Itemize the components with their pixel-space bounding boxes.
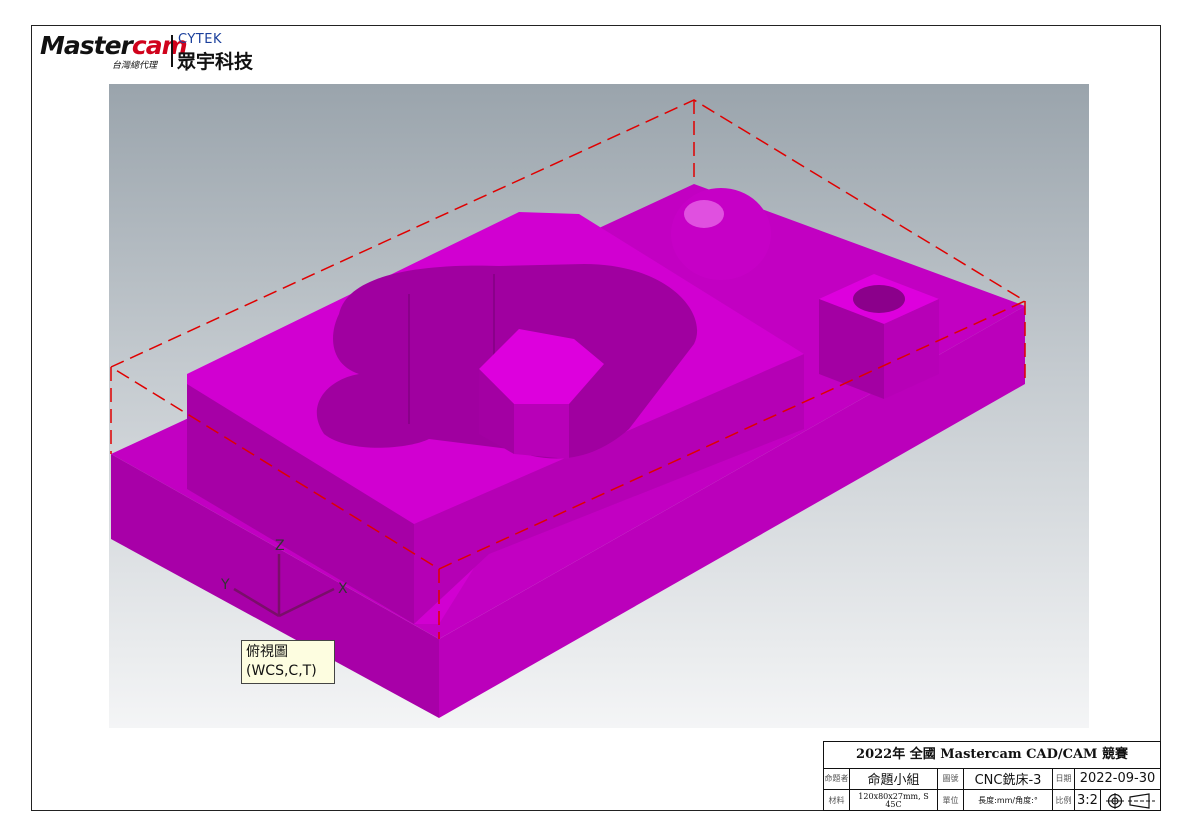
axis-x-label: X: [338, 581, 348, 597]
cytek-logo: CYTEK: [178, 32, 222, 47]
drawing-number-value: CNC銑床-3: [964, 768, 1053, 789]
title-block: 2022年 全國 Mastercam CAD/CAM 競賽 命題者 命題小組 圖…: [823, 741, 1161, 811]
sphere-highlight: [684, 200, 724, 228]
competition-title: 2022年 全國 Mastercam CAD/CAM 競賽: [824, 742, 1160, 769]
view-label: 俯視圖 (WCS,C,T): [241, 640, 335, 684]
mastercam-logo: Mastercam: [40, 31, 188, 60]
part-model-render: Z X Y: [110, 99, 1027, 718]
view-name: 俯視圖: [246, 644, 288, 660]
author-label: 命題者: [824, 768, 850, 789]
axis-z-label: Z: [275, 538, 285, 554]
title-block-row: 材料 120x80x27mm, S 45C 單位 長度:mm/角度:° 比例 3…: [824, 790, 1160, 811]
drawing-number-label: 圖號: [938, 768, 964, 789]
unit-label: 單位: [938, 790, 964, 811]
material-value: 120x80x27mm, S 45C: [850, 790, 938, 811]
scale-value: 3:2: [1075, 790, 1101, 811]
boss-hole: [853, 285, 905, 313]
unit-value: 長度:mm/角度:°: [964, 790, 1053, 811]
title-block-row: 命題者 命題小組 圖號 CNC銑床-3 日期 2022-09-30: [824, 768, 1160, 790]
view-coordinates: (WCS,C,T): [246, 663, 317, 679]
cytek-chinese-name: 眾宇科技: [177, 51, 254, 73]
sphere-dome: [671, 188, 771, 280]
author-value: 命題小組: [850, 768, 938, 789]
projection-symbol-icon: [1101, 790, 1160, 811]
island-side: [514, 404, 569, 459]
axis-y-label: Y: [220, 577, 230, 593]
logo-divider: [171, 35, 173, 67]
logo-subtitle: 台灣總代理: [112, 61, 158, 71]
material-label: 材料: [824, 790, 850, 811]
3d-viewport[interactable]: Z X Y: [109, 84, 1089, 728]
date-value: 2022-09-30: [1079, 771, 1156, 786]
scale-label: 比例: [1053, 790, 1075, 811]
date-label: 日期: [1053, 768, 1075, 789]
